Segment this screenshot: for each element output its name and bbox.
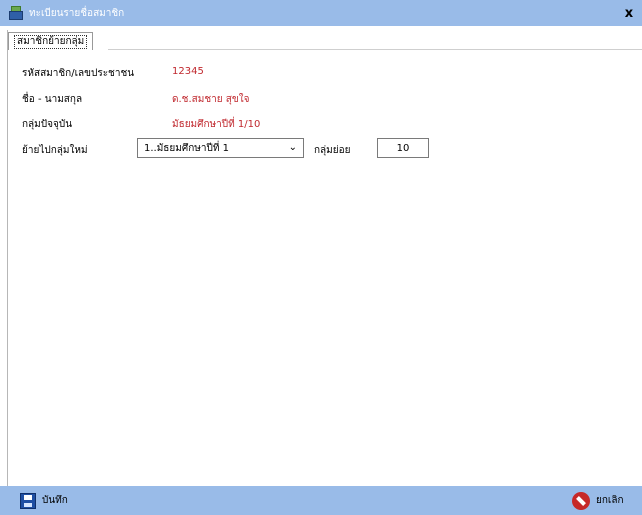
new-group-select[interactable]: 1..มัธยมศึกษาปีที่ 1 ⌄	[137, 138, 304, 158]
member-id-value: 12345	[172, 66, 204, 77]
title-bar: ทะเบียนรายชื่อสมาชิก x	[0, 0, 642, 26]
app-house-icon	[9, 6, 23, 20]
close-button[interactable]: x	[616, 0, 642, 26]
move-group-form: รหัสสมาชิก/เลขประชาชน 12345 ชื่อ - นามสก…	[8, 50, 642, 486]
current-group-value: มัธยมศึกษาปีที่ 1/10	[172, 119, 261, 130]
save-button[interactable]: บันทึก	[20, 490, 68, 511]
no-entry-icon	[572, 491, 590, 510]
new-group-selected: 1..มัธยมศึกษาปีที่ 1	[144, 142, 229, 154]
full-name-value: ด.ช.สมชาย สุขใจ	[172, 94, 250, 105]
window-title: ทะเบียนรายชื่อสมาชิก	[29, 7, 125, 19]
cancel-button-label: ยกเลิก	[596, 495, 624, 506]
subgroup-input[interactable]: 10	[377, 138, 429, 158]
move-to-group-label: ย้ายไปกลุ่มใหม่	[22, 145, 88, 156]
current-group-label: กลุ่มปัจจุบัน	[22, 119, 73, 130]
floppy-disk-icon	[20, 492, 36, 509]
subgroup-label: กลุ่มย่อย	[314, 145, 351, 156]
tab-move-member-group[interactable]: สมาชิกย้ายกลุ่ม	[8, 32, 94, 50]
footer-bar: บันทึก ยกเลิก	[0, 486, 642, 515]
save-button-label: บันทึก	[42, 495, 68, 506]
tab-strip: สมาชิกย้ายกลุ่ม	[8, 30, 642, 50]
tab-label: สมาชิกย้ายกลุ่ม	[14, 34, 88, 49]
chevron-down-icon: ⌄	[288, 142, 297, 153]
subgroup-value: 10	[396, 142, 410, 154]
full-name-label: ชื่อ - นามสกุล	[22, 94, 83, 105]
content-area: สมาชิกย้ายกลุ่ม รหัสสมาชิก/เลขประชาชน 12…	[7, 30, 642, 486]
member-registry-window: ทะเบียนรายชื่อสมาชิก x สมาชิกย้ายกลุ่ม ร…	[0, 0, 642, 515]
member-id-label: รหัสสมาชิก/เลขประชาชน	[22, 68, 135, 79]
cancel-button[interactable]: ยกเลิก	[572, 490, 624, 511]
